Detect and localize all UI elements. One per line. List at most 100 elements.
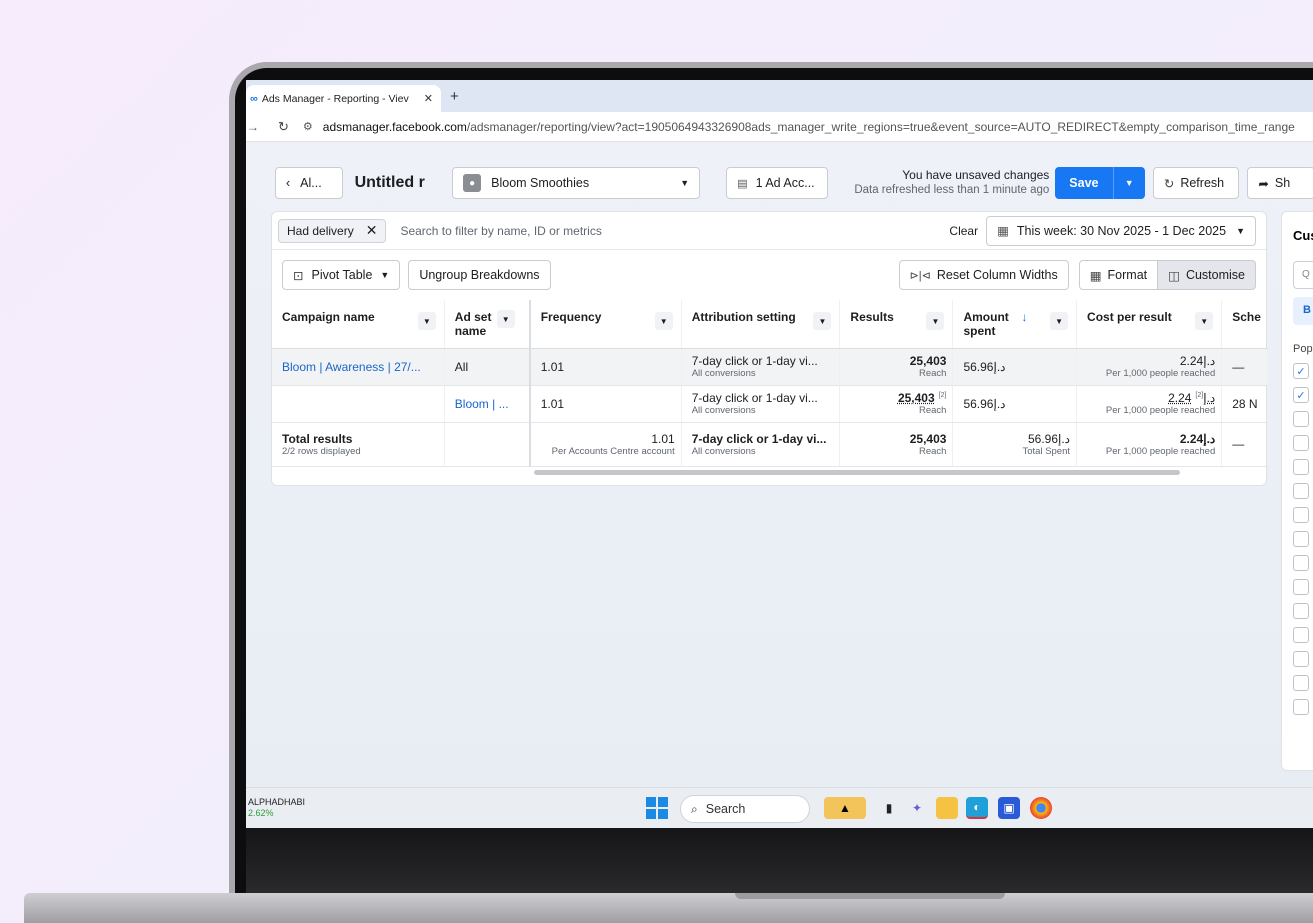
- checkbox[interactable]: [1293, 579, 1309, 595]
- frequency-cell: 1.01: [529, 385, 682, 423]
- filter-search-input[interactable]: Search to filter by name, ID or metrics: [400, 224, 601, 238]
- header-label: Results: [850, 310, 894, 324]
- ad-accounts-label: 1 Ad Acc...: [755, 176, 815, 190]
- copilot-icon[interactable]: ✦: [906, 797, 928, 819]
- checkbox[interactable]: [1293, 627, 1309, 643]
- checkbox-checked[interactable]: ✓: [1293, 363, 1309, 379]
- pivot-table-button[interactable]: ⊡ Pivot Table ▼: [282, 260, 401, 290]
- checkbox[interactable]: [1293, 411, 1309, 427]
- campaign-name-link[interactable]: Bloom | Awareness | 27/...: [272, 348, 445, 386]
- browser-tab[interactable]: ∞ Ads Manager - Reporting - Viev ✕: [246, 85, 441, 112]
- side-search-input[interactable]: Q: [1293, 261, 1313, 289]
- back-button[interactable]: ‹ Al...: [275, 167, 343, 199]
- widgets-icon[interactable]: ▲: [824, 797, 866, 819]
- close-icon[interactable]: ✕: [366, 222, 378, 239]
- table-header-row: Campaign name ▼ Ad set name ▼ Frequency ▼ A…: [272, 300, 1268, 349]
- share-button[interactable]: ➦ Sh: [1247, 167, 1313, 199]
- ad-set-name-link[interactable]: Bloom | ...: [444, 385, 531, 423]
- side-section-label: Pop: [1293, 343, 1313, 355]
- clear-button[interactable]: Clear: [949, 224, 978, 238]
- results-sub: Reach: [918, 405, 947, 416]
- attribution-sub: All conversions: [691, 368, 756, 379]
- forward-icon[interactable]: →: [246, 120, 260, 134]
- sort-desc-icon[interactable]: ↓: [1021, 310, 1027, 324]
- checkbox[interactable]: [1293, 483, 1309, 499]
- windows-start-icon[interactable]: [646, 797, 668, 819]
- sort-caret-icon[interactable]: ▼: [1195, 312, 1214, 330]
- checkbox[interactable]: [1293, 555, 1309, 571]
- chrome-icon[interactable]: [1030, 797, 1052, 819]
- frequency-cell: 1.01: [529, 348, 682, 386]
- header-frequency[interactable]: Frequency ▼: [529, 300, 682, 349]
- header-campaign-name[interactable]: Campaign name ▼: [272, 300, 445, 349]
- unsaved-message: You have unsaved changes: [902, 168, 1050, 182]
- reset-label: Reset Column Widths: [936, 268, 1058, 282]
- sort-caret-icon[interactable]: ▼: [496, 310, 515, 328]
- header-amount-spent[interactable]: Amount spent ↓ ▼: [952, 300, 1078, 349]
- header-cost-per-result[interactable]: Cost per result ▼: [1076, 300, 1223, 349]
- share-icon: ➦: [1258, 176, 1269, 191]
- ungroup-breakdowns-button[interactable]: Ungroup Breakdowns: [408, 260, 551, 290]
- checkbox[interactable]: [1293, 675, 1309, 691]
- refresh-button[interactable]: ↻ Refresh: [1152, 167, 1240, 199]
- side-pill[interactable]: B: [1293, 297, 1313, 325]
- task-view-icon[interactable]: ▮: [878, 797, 900, 819]
- checkbox[interactable]: [1293, 507, 1309, 523]
- sort-caret-icon[interactable]: ▼: [1050, 312, 1069, 330]
- store-icon[interactable]: ▣: [998, 797, 1020, 819]
- edge-browser-icon[interactable]: ◐: [966, 797, 988, 819]
- total-attribution-cell: 7-day click or 1-day vi... All conversion…: [681, 422, 841, 467]
- attribution-cell: 7-day click or 1-day vi... All conversion…: [681, 348, 841, 386]
- taskbar-search[interactable]: ⌕ Search: [680, 795, 810, 823]
- format-button[interactable]: ▦ Format: [1078, 260, 1159, 290]
- caret-down-icon: ▼: [680, 178, 690, 188]
- ad-accounts-button[interactable]: ▤ 1 Ad Acc...: [726, 167, 828, 199]
- results-sub: Reach: [918, 368, 947, 379]
- account-select[interactable]: ● Bloom Smoothies ▼: [452, 167, 701, 199]
- checkbox[interactable]: [1293, 435, 1309, 451]
- checkbox[interactable]: [1293, 699, 1309, 715]
- sort-caret-icon[interactable]: ▼: [813, 312, 832, 330]
- horizontal-scrollbar[interactable]: [534, 470, 1180, 475]
- sort-caret-icon[interactable]: ▼: [926, 312, 945, 330]
- customise-button[interactable]: ◫ Customise: [1158, 260, 1256, 290]
- url-field[interactable]: ⚙ adsmanager.facebook.com/adsmanager/rep…: [303, 120, 1295, 134]
- total-row: Total results 2/2 rows displayed 1.01 Per …: [272, 422, 1268, 467]
- header-results[interactable]: Results ▼: [839, 300, 954, 349]
- table-row[interactable]: Bloom | ... 1.01 7-day click or 1-day vi…: [272, 385, 1268, 423]
- date-range-button[interactable]: ▦ This week: 30 Nov 2025 - 1 Dec 2025 ▼: [986, 215, 1256, 246]
- results-footnote: [2]: [938, 392, 947, 399]
- reload-icon[interactable]: ↻: [278, 119, 289, 135]
- tab-close-icon[interactable]: ✕: [424, 92, 433, 105]
- caret-down-icon: ▼: [1236, 225, 1245, 236]
- reset-column-widths-button[interactable]: ⊳|⊲ Reset Column Widths: [898, 260, 1069, 290]
- total-amount-sub: Total Spent: [1022, 445, 1071, 457]
- file-explorer-icon[interactable]: [936, 797, 958, 819]
- cost-per-result-cell: 2.24د.إ[2] Per 1,000 people reached: [1076, 385, 1223, 423]
- header-label: Attribution setting: [691, 310, 796, 324]
- stock-widget[interactable]: ALPHADHABI 2.62%: [248, 797, 305, 819]
- checkbox[interactable]: [1293, 603, 1309, 619]
- table-row[interactable]: Bloom | Awareness | 27/... All 1.01 7-da…: [272, 348, 1268, 386]
- new-tab-button[interactable]: +: [450, 88, 459, 105]
- report-title[interactable]: Untitled r: [355, 174, 439, 192]
- checkbox[interactable]: [1293, 651, 1309, 667]
- save-button[interactable]: Save: [1055, 167, 1113, 199]
- checkbox[interactable]: [1293, 531, 1309, 547]
- filter-chip[interactable]: Had delivery ✕: [278, 218, 387, 243]
- site-settings-icon[interactable]: ⚙: [303, 120, 313, 133]
- checkbox[interactable]: [1293, 459, 1309, 475]
- sort-caret-icon[interactable]: ▼: [654, 312, 673, 330]
- save-options-caret-icon[interactable]: ▼: [1112, 167, 1145, 199]
- filter-bar: Had delivery ✕ Search to filter by name,…: [272, 212, 1266, 250]
- header-schedule[interactable]: Sche: [1221, 300, 1268, 349]
- total-amount-cell: 56.96د.إ Total Spent: [952, 422, 1078, 467]
- cpr-value: 2.24د.إ: [1168, 391, 1216, 405]
- total-cpr: 2.24د.إ: [1179, 431, 1216, 446]
- date-range-label: This week: 30 Nov 2025 - 1 Dec 2025: [1016, 223, 1227, 238]
- header-attribution-setting[interactable]: Attribution setting ▼: [681, 300, 841, 349]
- results-cell: 25,403 Reach: [839, 348, 954, 386]
- header-ad-set-name[interactable]: Ad set name ▼: [444, 300, 531, 349]
- checkbox-checked[interactable]: ✓: [1293, 387, 1309, 403]
- sort-caret-icon[interactable]: ▼: [417, 312, 436, 330]
